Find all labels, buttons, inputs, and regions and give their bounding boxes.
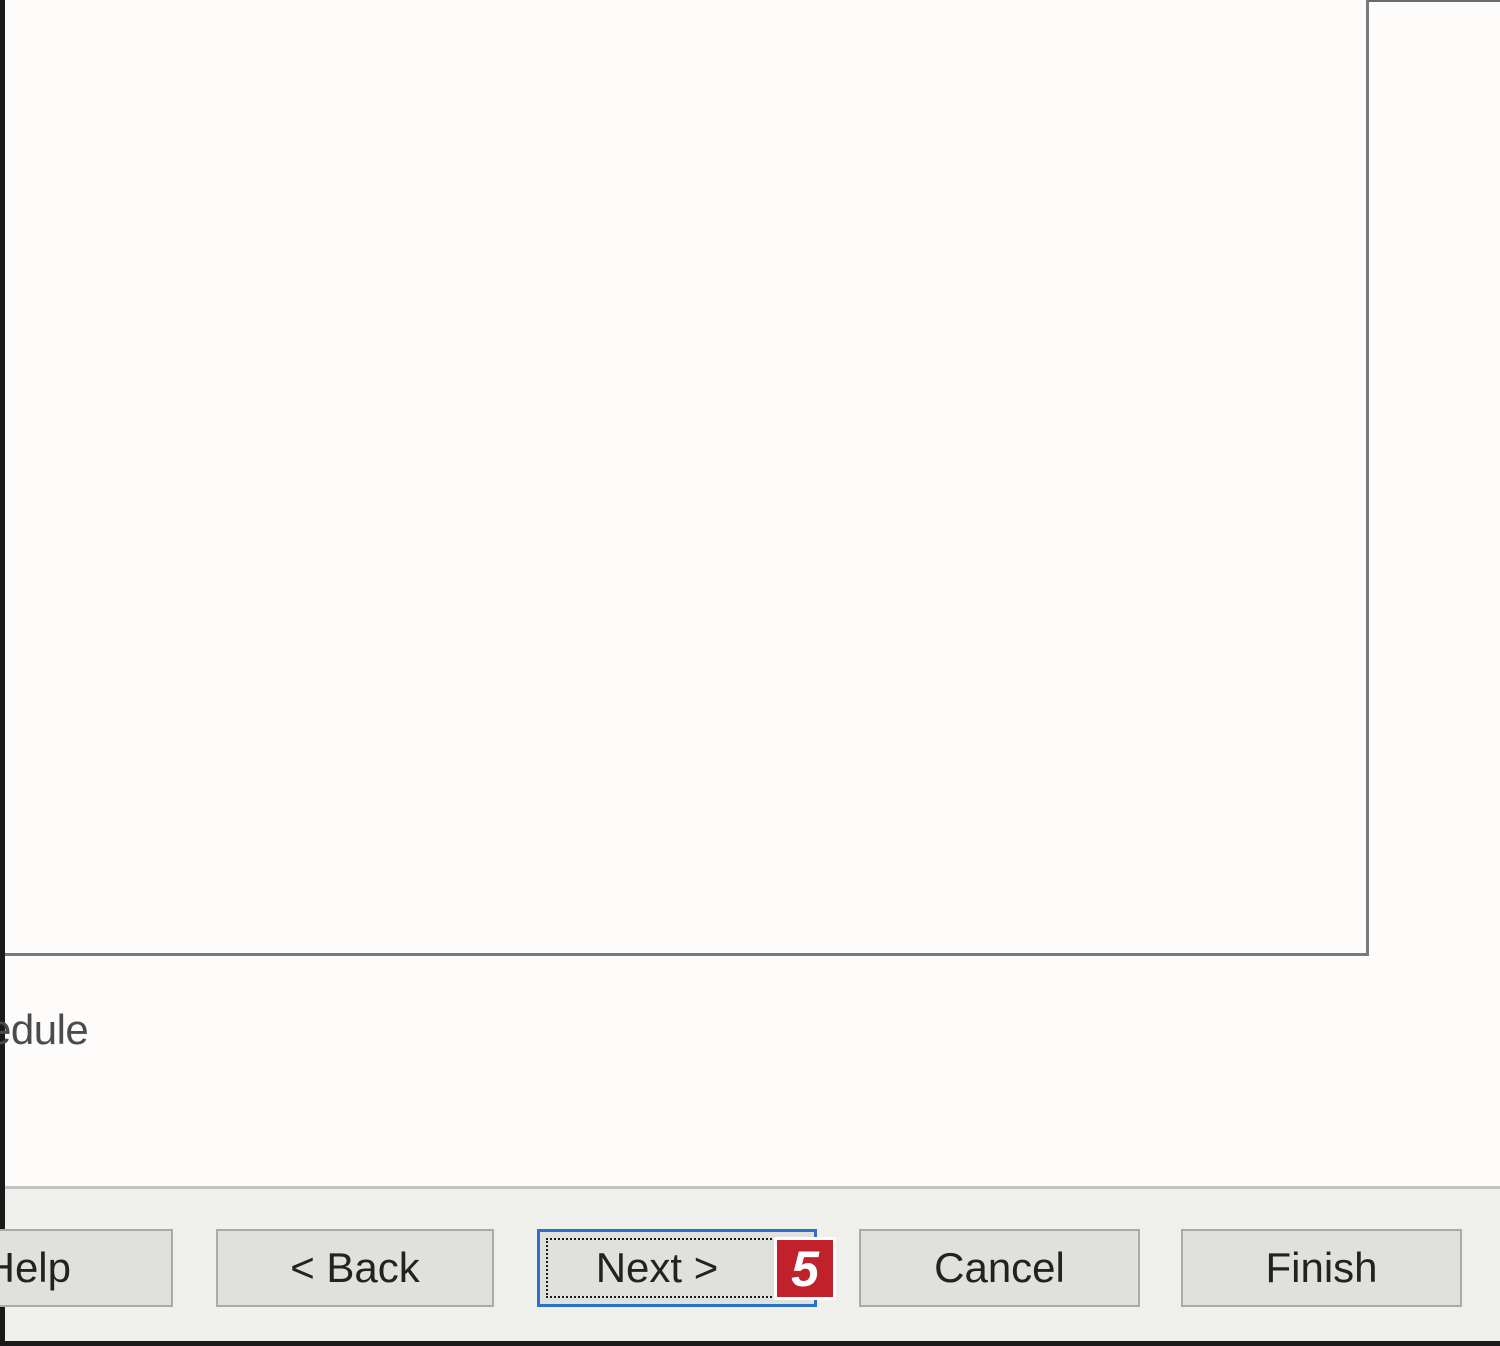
step-number-badge: 5: [774, 1237, 836, 1300]
finish-button[interactable]: Finish: [1181, 1229, 1462, 1307]
schedule-label: edule: [0, 1006, 89, 1053]
cancel-button[interactable]: Cancel: [859, 1229, 1140, 1307]
next-button-label: Next >: [595, 1244, 719, 1291]
window-bottom-border: [0, 1341, 1500, 1346]
wizard-dialog: edule Help < Back Next > Cancel Finish 5: [0, 0, 1500, 1346]
back-button[interactable]: < Back: [216, 1229, 494, 1307]
help-button[interactable]: Help: [0, 1229, 173, 1307]
content-panel: [5, 0, 1369, 956]
